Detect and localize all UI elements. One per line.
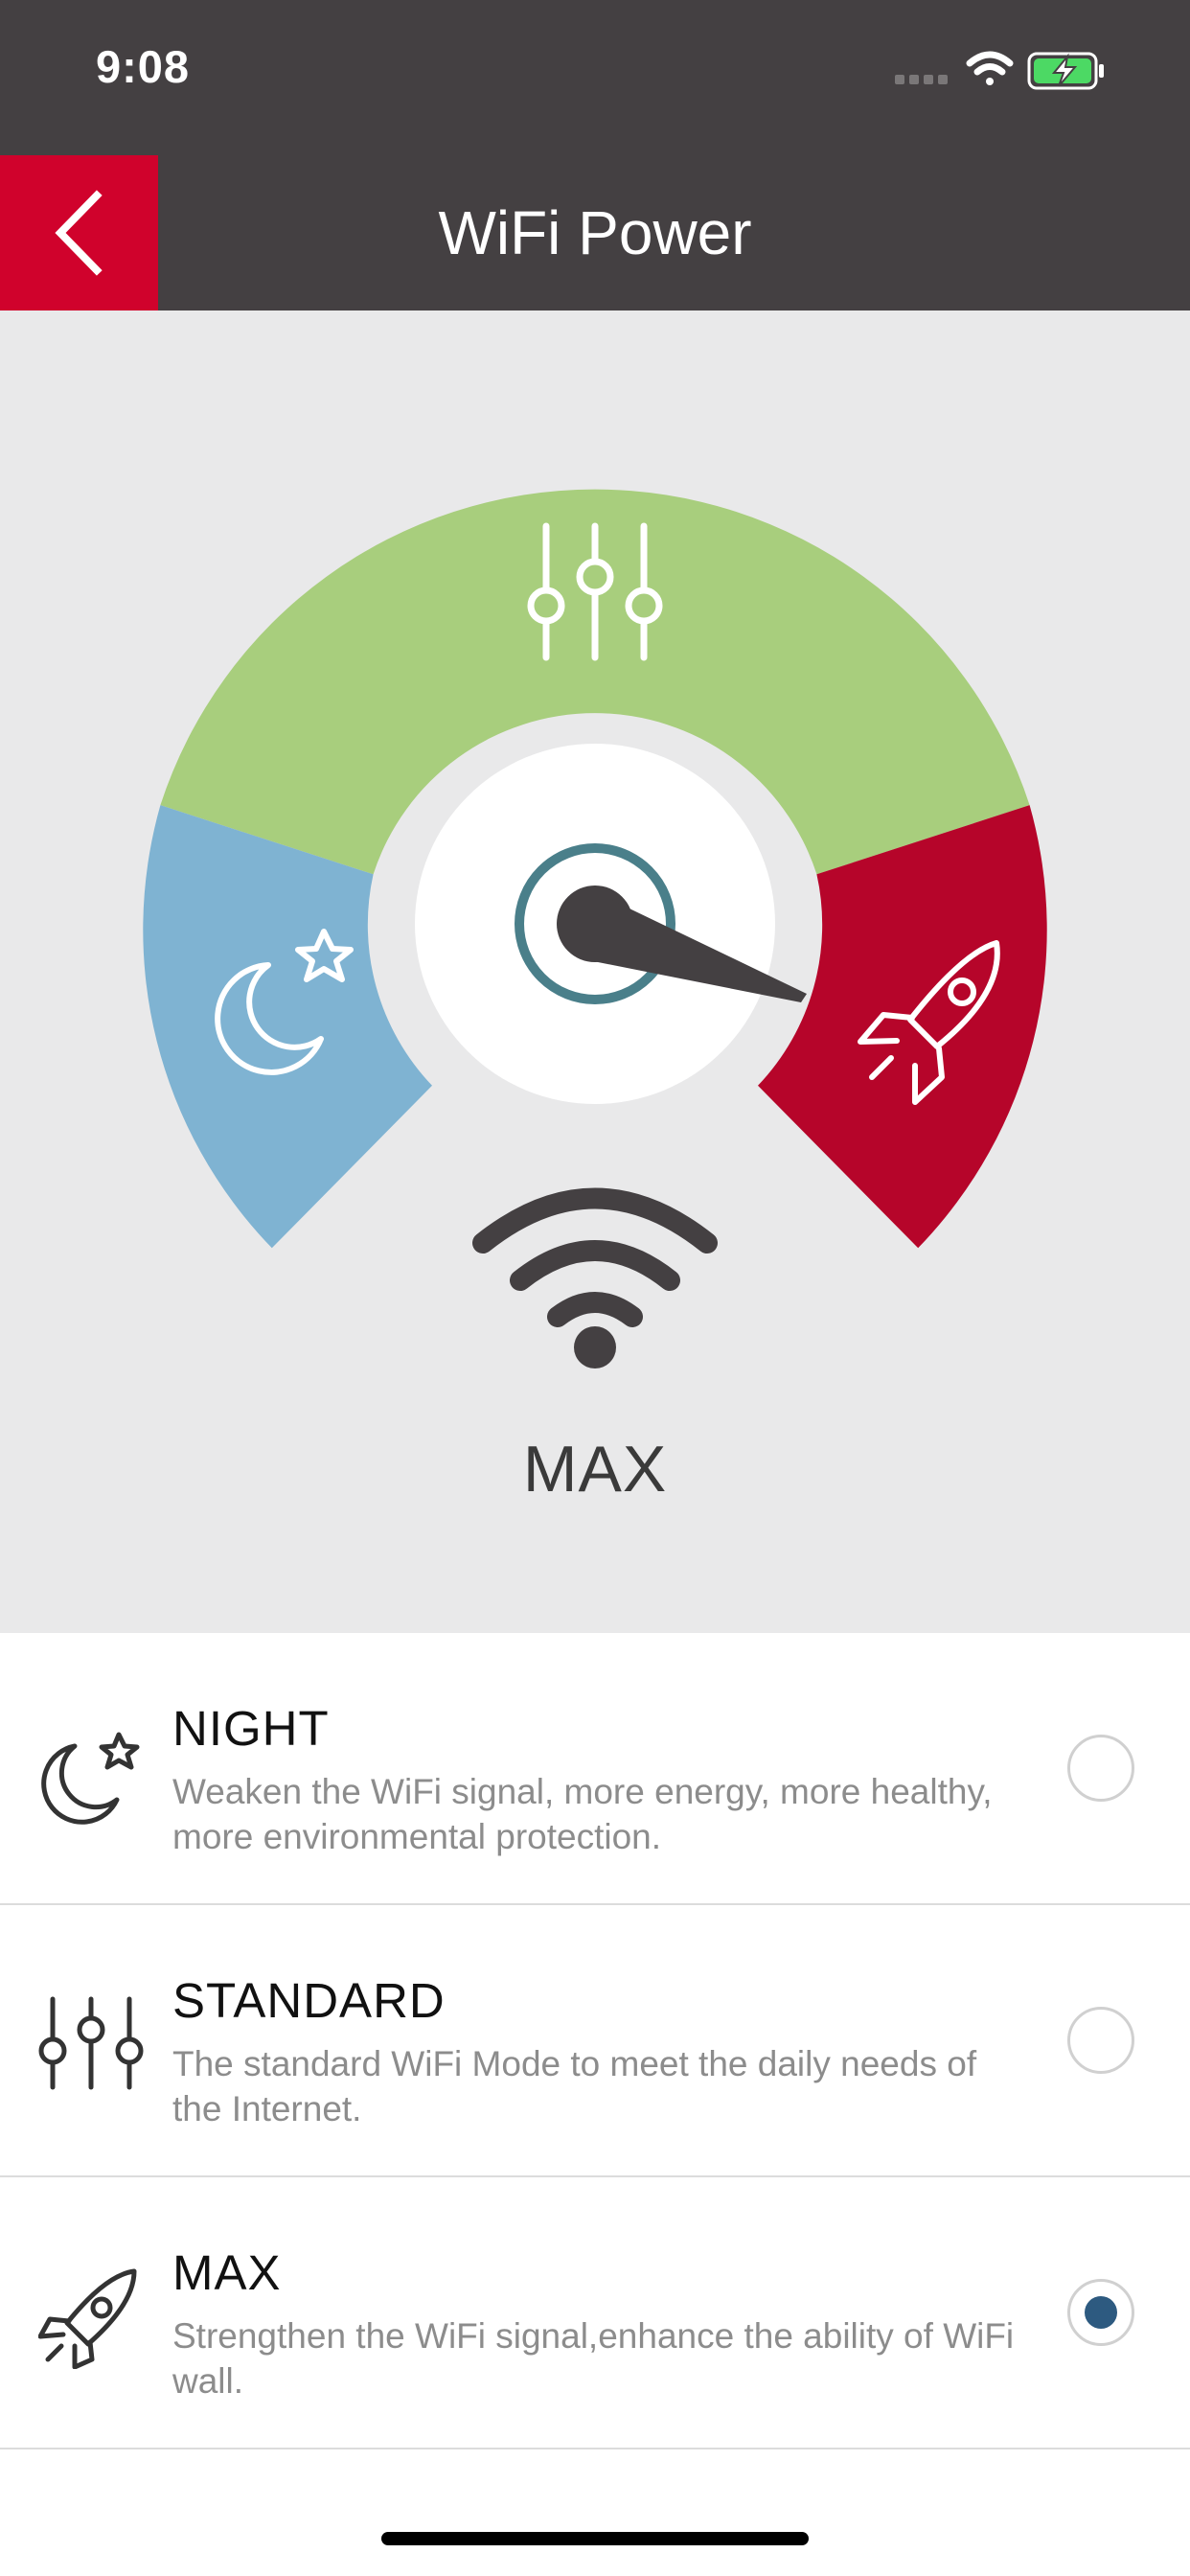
sliders-icon bbox=[38, 1996, 144, 2090]
option-night[interactable]: NIGHT Weaken the WiFi signal, more energ… bbox=[0, 1633, 1190, 1905]
home-indicator[interactable] bbox=[381, 2532, 809, 2545]
option-title: NIGHT bbox=[172, 1701, 330, 1756]
current-mode-label: MAX bbox=[522, 1433, 668, 1506]
option-description: The standard WiFi Mode to meet the daily… bbox=[172, 2044, 977, 2128]
radio-standard[interactable] bbox=[1067, 2007, 1134, 2074]
rocket-icon bbox=[38, 2268, 137, 2369]
battery-charging-icon bbox=[1027, 52, 1104, 90]
power-gauge-panel: MAX bbox=[0, 310, 1190, 1635]
status-time: 9:08 bbox=[96, 41, 191, 92]
cellular-signal-icon bbox=[895, 75, 948, 84]
gauge-segment-night[interactable] bbox=[143, 805, 432, 1249]
option-title: STANDARD bbox=[172, 1973, 446, 2028]
option-description: Strengthen the WiFi signal,enhance the a… bbox=[172, 2316, 1015, 2401]
status-icons bbox=[895, 51, 1104, 90]
radio-night[interactable] bbox=[1067, 1735, 1134, 1802]
option-max[interactable]: MAX Strengthen the WiFi signal,enhance t… bbox=[0, 2177, 1190, 2450]
moon-star-icon bbox=[41, 1732, 140, 1825]
option-description: Weaken the WiFi signal, more energy, mor… bbox=[172, 1772, 993, 1856]
status-bar: 9:08 bbox=[0, 0, 1190, 155]
wifi-signal-icon bbox=[472, 1187, 718, 1368]
page-title: WiFi Power bbox=[438, 198, 752, 267]
back-button[interactable] bbox=[0, 155, 158, 310]
radio-max[interactable] bbox=[1067, 2279, 1134, 2346]
gauge-segment-max[interactable] bbox=[758, 805, 1047, 1249]
navigation-bar: WiFi Power bbox=[0, 155, 1190, 310]
option-title: MAX bbox=[172, 2245, 282, 2300]
chevron-left-icon bbox=[54, 190, 103, 276]
wifi-status-icon bbox=[966, 51, 1014, 85]
option-standard[interactable]: STANDARD The standard WiFi Mode to meet … bbox=[0, 1905, 1190, 2177]
mode-options-list: NIGHT Weaken the WiFi signal, more energ… bbox=[0, 1633, 1190, 2450]
